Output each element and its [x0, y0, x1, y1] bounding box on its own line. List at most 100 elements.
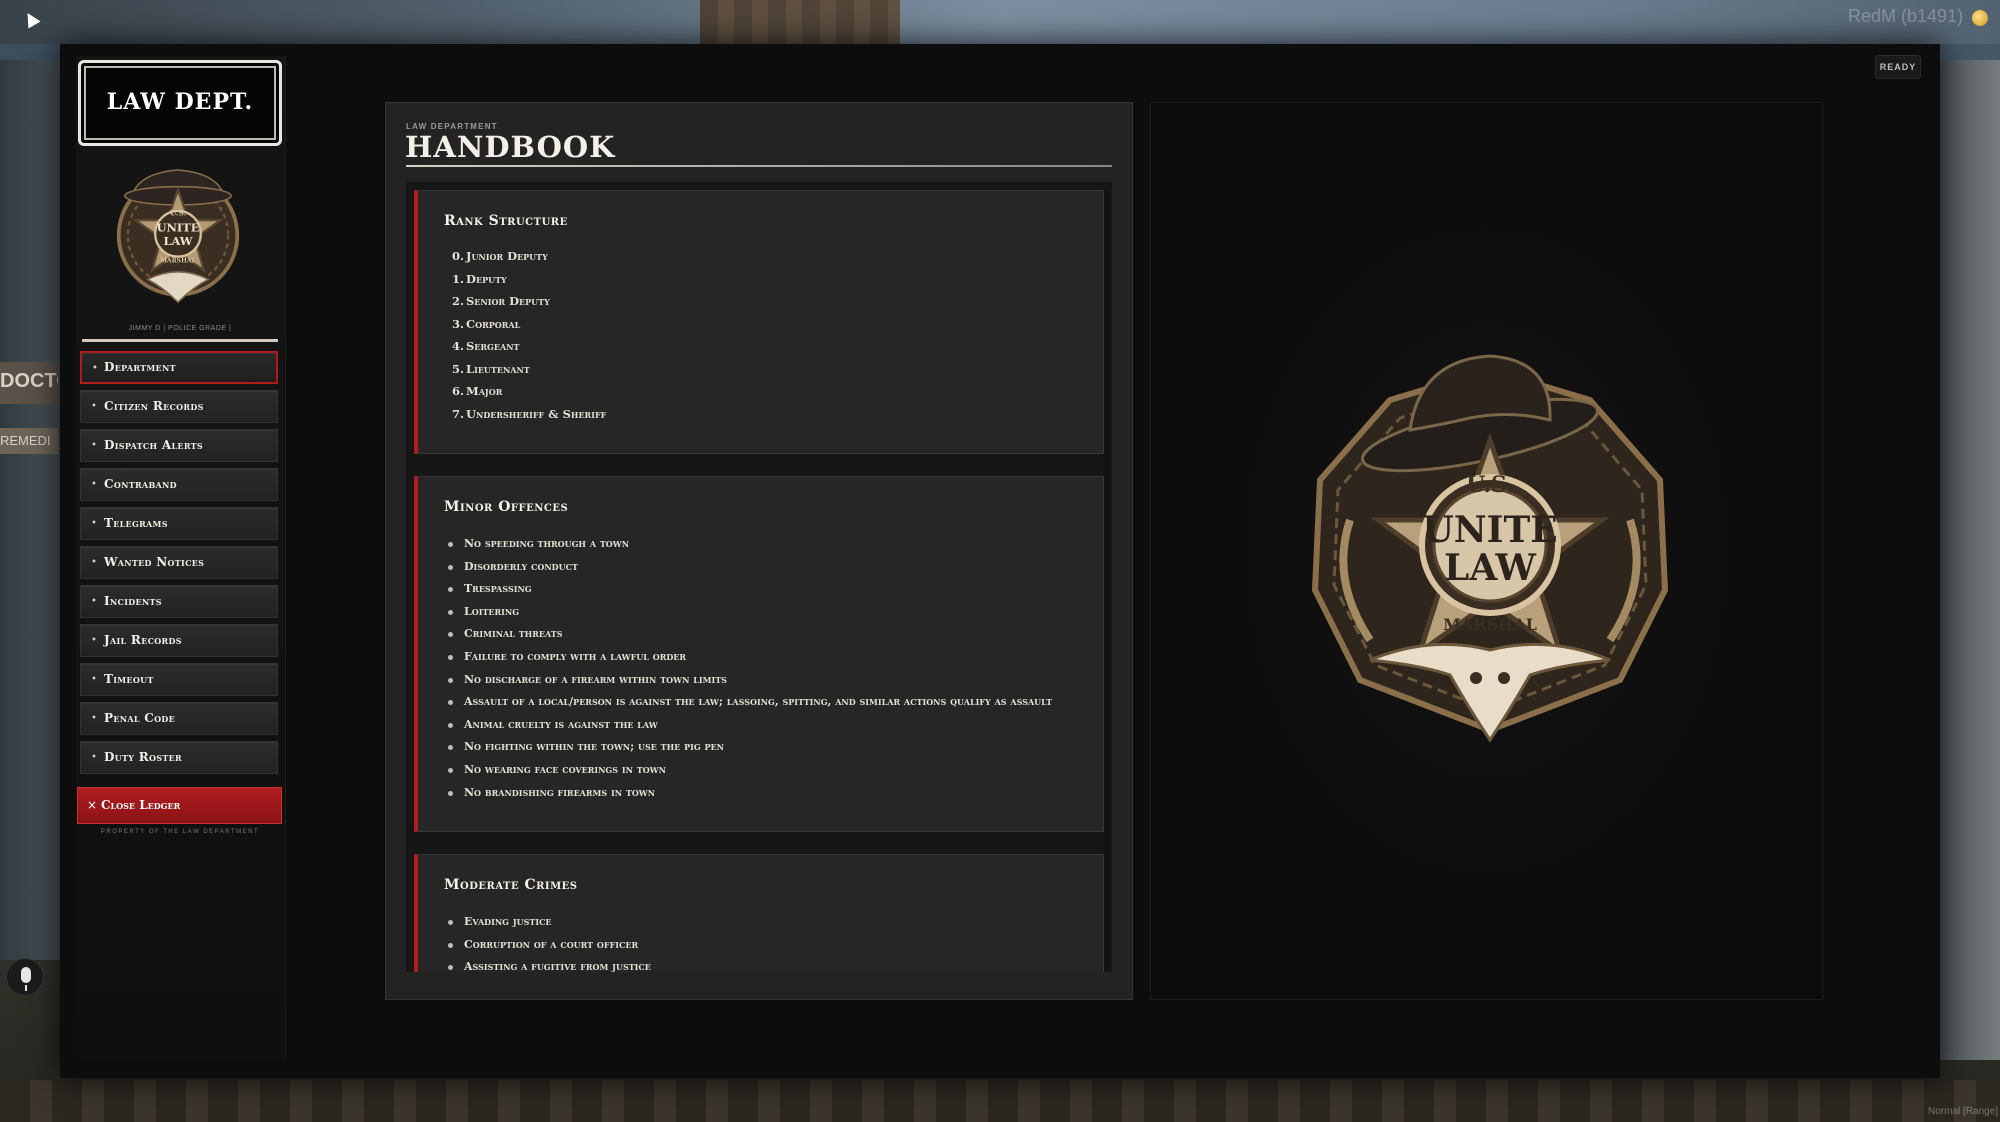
scrollbar[interactable]: [1104, 190, 1110, 970]
nav-item-penal-code[interactable]: • Penal Code: [80, 702, 278, 735]
moderate-crimes-card: Moderate Crimes Evading justice Corrupti…: [414, 854, 1104, 973]
close-ledger-button[interactable]: × Close Ledger: [77, 787, 282, 824]
nav-item-department[interactable]: • Department: [80, 351, 278, 384]
page-title: HANDBOOK: [405, 130, 616, 164]
nav-item-citizen-records[interactable]: • Citizen Records: [80, 390, 278, 423]
voice-mode-text: Normal [Range]: [1928, 1106, 1999, 1117]
close-ledger-label: Close Ledger: [101, 798, 181, 812]
rank-number: 4.: [451, 339, 464, 353]
badge-bottom-text: MARSHAL: [160, 258, 196, 265]
nav-label: Duty Roster: [104, 750, 182, 764]
rank-number: 7.: [451, 406, 464, 421]
nav-label: Citizen Records: [104, 399, 204, 413]
user-info: JIMMY D | POLICE GRADE |: [128, 325, 232, 332]
list-item: Animal cruelty is against the law: [445, 718, 1052, 741]
game-remedies-sign: REMEDI: [0, 428, 58, 454]
microphone-button[interactable]: [6, 958, 44, 996]
badge-large-line1: UNITE: [1422, 509, 1557, 551]
section-title: Moderate Crimes: [444, 877, 578, 893]
badge-top-text: U.S.: [170, 209, 187, 218]
bullet-icon: •: [91, 440, 97, 451]
rank-number: 1.: [451, 271, 464, 286]
rank-list: 0. Junior Deputy 1. Deputy 2. Senior Deputy…: [450, 249, 606, 429]
game-building-right: [1940, 60, 2000, 1060]
marshal-badge-large-icon: U.S. UNITE LAW MARSHAL: [1311, 354, 1669, 743]
list-item: 5. Lieutenant: [450, 362, 606, 385]
nav-label: Penal Code: [104, 711, 175, 725]
rank-number: 0.: [451, 249, 464, 263]
rank-name: Sergeant: [466, 339, 520, 353]
list-item: No discharge of a firearm within town li…: [445, 673, 1052, 696]
list-item: Loitering: [445, 605, 1052, 628]
list-item: No wearing face coverings in town: [445, 763, 1052, 786]
list-item: 2. Senior Deputy: [450, 294, 606, 317]
offence-list: No speeding through a town Disorderly co…: [445, 537, 1052, 808]
section-title: Rank Structure: [444, 213, 568, 229]
nav-label: Incidents: [104, 594, 162, 608]
rank-number: 3.: [451, 316, 464, 331]
badge-large-line2: LAW: [1444, 547, 1536, 589]
bullet-icon: •: [91, 635, 97, 646]
bullet-icon: •: [91, 713, 97, 724]
bullet-icon: •: [91, 596, 97, 607]
coin-icon: [1972, 10, 1988, 26]
list-item: 1. Deputy: [450, 272, 606, 295]
bullet-icon: •: [91, 557, 97, 568]
bullet-icon: •: [92, 363, 98, 374]
bullet-icon: •: [91, 479, 97, 490]
rank-name: Major: [466, 384, 503, 398]
nav-item-dispatch-alerts[interactable]: • Dispatch Alerts: [80, 429, 278, 462]
rank-structure-card: Rank Structure 0. Junior Deputy 1. Deputy …: [414, 190, 1104, 454]
rank-number: 6.: [451, 384, 464, 398]
close-icon: ×: [87, 798, 98, 812]
nav-item-timeout[interactable]: • Timeout: [80, 663, 278, 696]
rank-number: 2.: [451, 294, 464, 308]
sidebar-divider: [82, 339, 278, 342]
badge-large-bottom-text: MARSHAL: [1443, 615, 1537, 634]
bullet-icon: •: [91, 752, 97, 763]
list-item: Disorderly conduct: [445, 560, 1052, 583]
list-item: No brandishing firearms in town: [445, 786, 1052, 809]
list-item: 3. Corporal: [450, 317, 606, 340]
crime-list: Evading justice Corruption of a court of…: [445, 915, 651, 983]
game-sky-background: [0, 0, 2000, 44]
nav-item-wanted-notices[interactable]: • Wanted Notices: [80, 546, 278, 579]
sidebar-nav: • Department • Citizen Records • Dispatc…: [80, 351, 280, 780]
game-doctor-sign: DOCTO: [0, 362, 58, 404]
list-item: No fighting within the town; use the pig…: [445, 740, 1052, 763]
nav-label: Department: [104, 360, 176, 374]
list-item: Criminal threats: [445, 627, 1052, 650]
rank-name: Corporal: [466, 316, 521, 331]
badge-large-top-text: U.S.: [1466, 472, 1514, 498]
nav-label: Wanted Notices: [104, 555, 205, 569]
game-building-left: [0, 60, 60, 960]
rank-name: Undersheriff & Sheriff: [466, 406, 607, 421]
rank-number: 5.: [451, 361, 464, 376]
list-item: 7. Undersheriff & Sheriff: [450, 407, 606, 430]
title-underline: [406, 165, 1112, 167]
badge-line1: UNITE: [157, 221, 200, 235]
bullet-icon: •: [91, 401, 97, 412]
build-version-text: RedM (b1491): [1848, 6, 1964, 26]
microphone-icon: [21, 967, 31, 991]
nav-item-contraband[interactable]: • Contraband: [80, 468, 278, 501]
nav-item-incidents[interactable]: • Incidents: [80, 585, 278, 618]
nav-item-telegrams[interactable]: • Telegrams: [80, 507, 278, 540]
minor-offences-card: Minor Offences No speeding through a tow…: [414, 476, 1104, 832]
nav-label: Contraband: [104, 477, 177, 491]
bullet-icon: •: [91, 674, 97, 685]
list-item: 0. Junior Deputy: [450, 249, 606, 272]
bullet-icon: •: [91, 518, 97, 529]
list-item: 4. Sergeant: [450, 339, 606, 362]
game-ground-background: [0, 1080, 2000, 1122]
nav-label: Jail Records: [104, 633, 182, 647]
nav-item-jail-records[interactable]: • Jail Records: [80, 624, 278, 657]
status-badge: READY: [1875, 55, 1921, 79]
list-item: No speeding through a town: [445, 537, 1052, 560]
nav-label: Dispatch Alerts: [104, 438, 203, 452]
list-item: Evading justice: [445, 915, 651, 938]
rank-name: Lieutenant: [466, 361, 530, 376]
nav-item-duty-roster[interactable]: • Duty Roster: [80, 741, 278, 774]
list-item: 6. Major: [450, 384, 606, 407]
sidebar-footer: PROPERTY OF THE LAW DEPARTMENT: [100, 829, 260, 835]
